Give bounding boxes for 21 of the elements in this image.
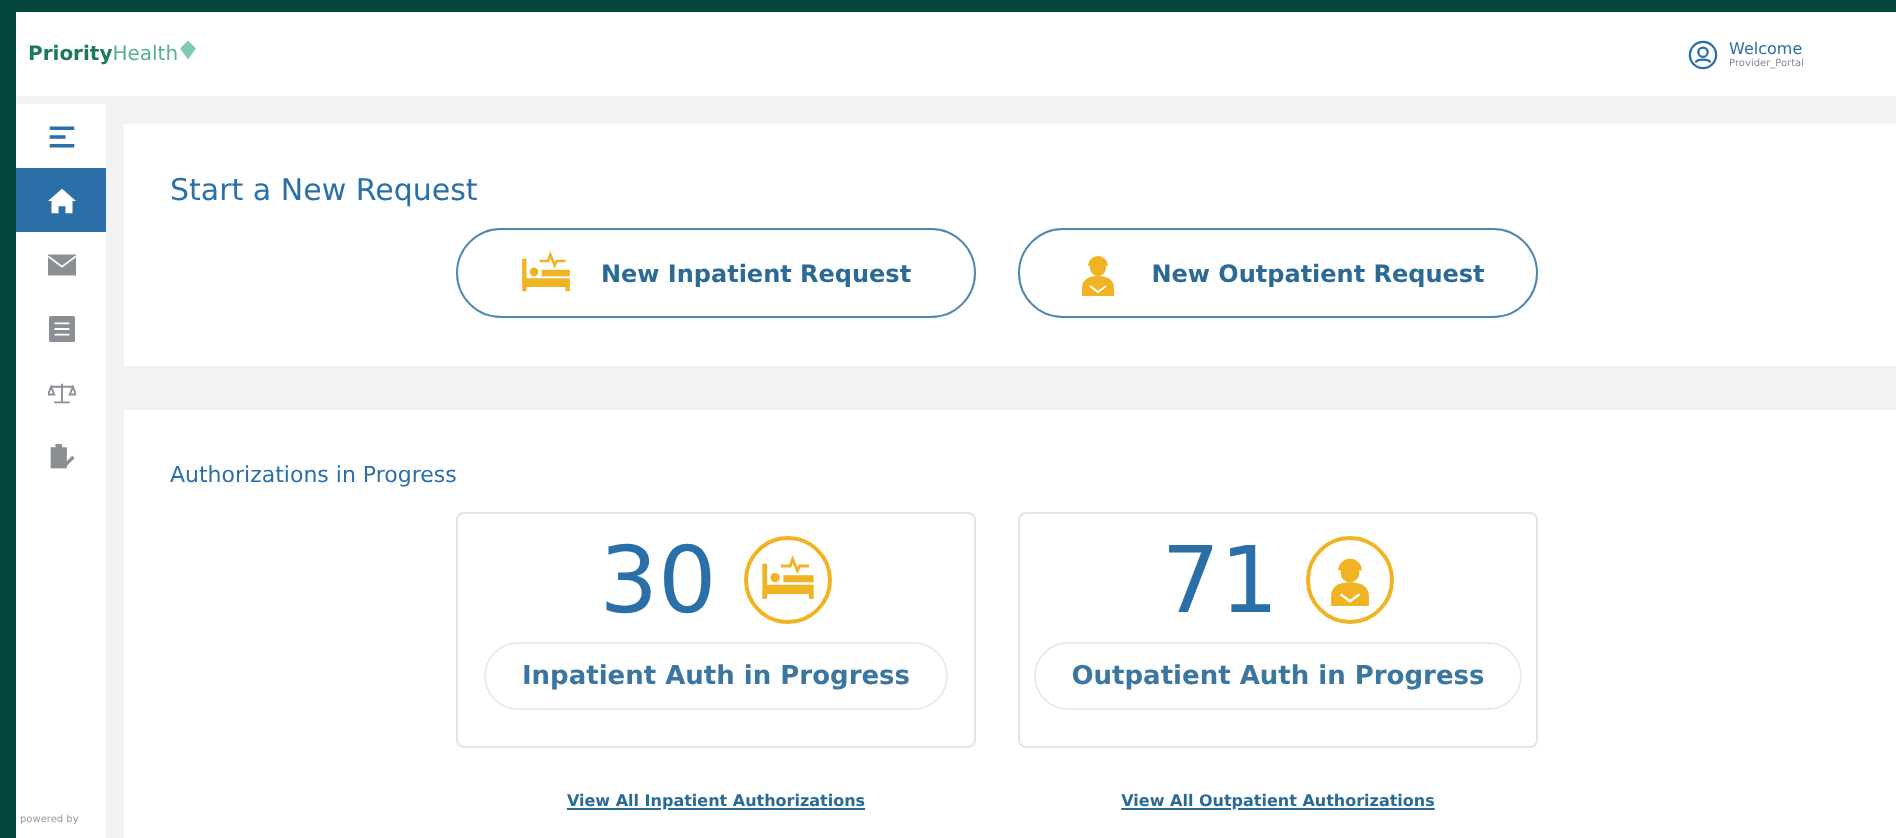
view-all-link[interactable]: View All Outpatient Authorizations [1121,792,1435,810]
user-icon[interactable] [1687,39,1718,69]
scale-icon [47,379,75,405]
list-icon [47,315,75,341]
sidebar-item[interactable] [16,168,106,232]
home-icon [47,187,75,213]
bed-icon [520,251,573,295]
clipboard-icon [47,443,75,469]
section-title: Authorizations in Progress [170,462,459,488]
menu-icon [47,123,75,149]
count-text: 30 [599,534,717,626]
new-request-button[interactable]: New Outpatient Request [1018,228,1538,318]
new-request-button[interactable]: New Inpatient Request [456,228,976,318]
view-all-link[interactable]: View All Inpatient Authorizations [566,792,866,810]
envelope-icon [47,251,75,277]
welcome-text: Welcome [1729,39,1804,57]
status-button[interactable]: Inpatient Auth in Progress [483,642,949,710]
status-button[interactable]: Outpatient Auth in Progress [1033,642,1523,710]
section-title: Start a New Request [170,172,480,208]
logo[interactable]: PriorityHealth [28,43,197,65]
count-text: 71 [1161,534,1279,626]
